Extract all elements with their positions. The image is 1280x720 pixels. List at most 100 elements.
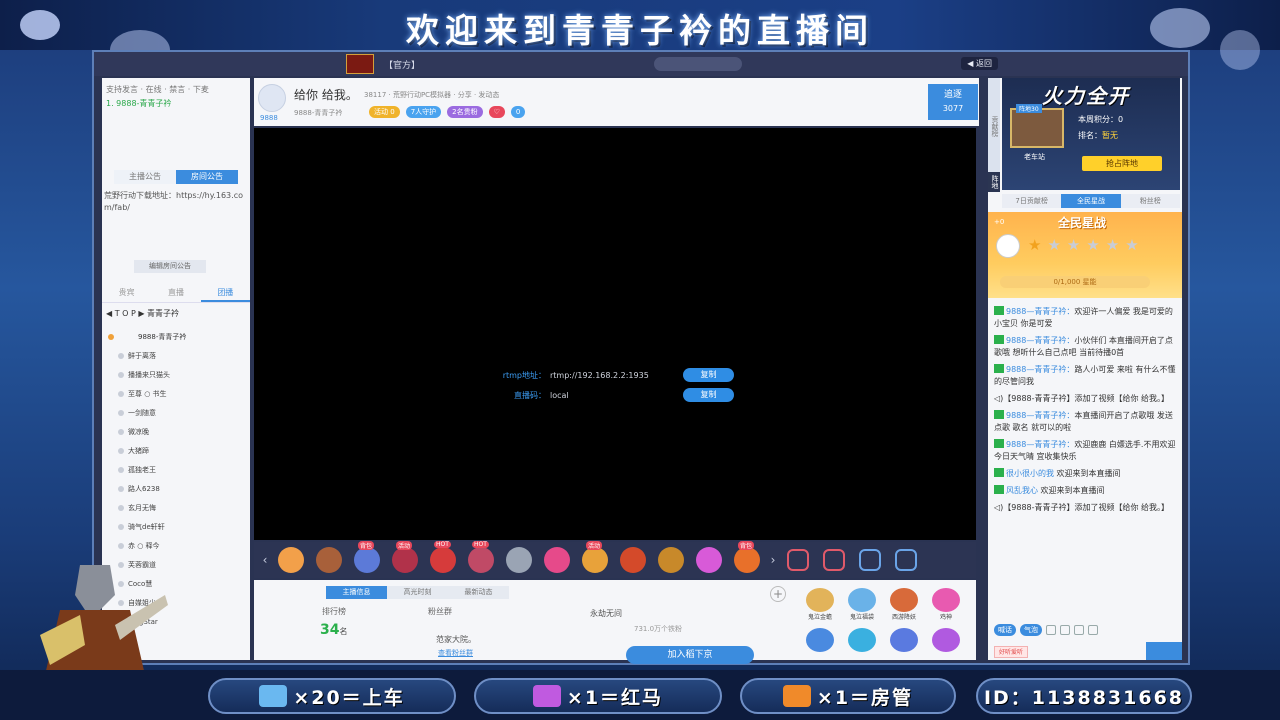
- gift-prev-icon[interactable]: ‹: [258, 553, 272, 567]
- list-item[interactable]: 至尊 ○ 书生: [102, 385, 250, 404]
- activity-icon: [932, 628, 960, 652]
- list-item[interactable]: 孤独老王: [102, 461, 250, 480]
- follow-button[interactable]: 追逐 3077: [928, 84, 978, 120]
- gift-item[interactable]: HOT: [468, 541, 494, 573]
- gift-item[interactable]: [696, 547, 722, 573]
- star-plus: +0: [994, 218, 1005, 226]
- tab-group[interactable]: 团播: [200, 283, 250, 302]
- fans-link[interactable]: 查看粉丝群: [438, 648, 473, 658]
- list-item[interactable]: 微凉晚: [102, 423, 250, 442]
- online-user[interactable]: 1. 9888-青青子衿: [102, 98, 250, 109]
- chat-message: 9888—青青子衿：欢迎许一人偏爱 我是可爱的小宝贝 你是可爱: [988, 304, 1182, 332]
- copy-rtmp-button[interactable]: 复制: [683, 368, 734, 382]
- gift-item[interactable]: [658, 547, 684, 573]
- tool-icon[interactable]: [859, 549, 881, 571]
- chat-user[interactable]: 9888—青青子衿：: [1006, 411, 1074, 420]
- list-item[interactable]: 鲜于离落: [102, 347, 250, 366]
- image-icon[interactable]: [1074, 625, 1084, 635]
- activity-item[interactable]: [886, 628, 922, 664]
- room-meta[interactable]: 38117 · 荒野行动PC模拟器 · 分享 · 发动态: [364, 90, 499, 100]
- list-item[interactable]: 路人6238: [102, 480, 250, 499]
- gift-item[interactable]: [506, 547, 532, 573]
- chat-user[interactable]: 9888—青青子衿：: [1006, 365, 1074, 374]
- tab-7day[interactable]: 7日贡献榜: [1002, 194, 1062, 208]
- tool-icon[interactable]: [895, 549, 917, 571]
- gift-item[interactable]: 背包: [734, 541, 760, 573]
- toolbar-button[interactable]: [654, 57, 742, 71]
- tab-anchor-info[interactable]: 主播信息: [326, 586, 387, 599]
- channel-logo[interactable]: [346, 54, 374, 74]
- shout-button[interactable]: 喊话: [994, 624, 1016, 636]
- chat-user[interactable]: 风乱我心: [1006, 486, 1038, 495]
- input-tag[interactable]: 好听爱听: [994, 646, 1029, 658]
- room-title: 给你 给我。: [294, 88, 358, 102]
- grab-button[interactable]: 抢占阵地: [1082, 156, 1162, 171]
- tab-live[interactable]: 直播: [151, 283, 200, 302]
- audience-tabs: 贵宾 直播 团播: [102, 283, 250, 303]
- tab-fans[interactable]: 粉丝榜: [1120, 194, 1180, 208]
- fans-name: 范家大院。: [436, 635, 476, 644]
- scissors-icon[interactable]: [1060, 625, 1070, 635]
- gift-item[interactable]: 背包: [354, 541, 380, 573]
- position-tab[interactable]: 阵地: [988, 172, 1000, 192]
- activity-icon: [890, 588, 918, 612]
- tab-vip[interactable]: 贵宾: [102, 283, 151, 302]
- badge-count[interactable]: 0: [510, 106, 526, 118]
- contribution-tab[interactable]: 贡献榜: [988, 78, 1000, 174]
- tab-room-notice[interactable]: 房间公告: [176, 170, 238, 184]
- gift-item[interactable]: [278, 547, 304, 573]
- activity-icon: [848, 588, 876, 612]
- list-item[interactable]: 赤 ○ 释今: [102, 537, 250, 556]
- chat-user[interactable]: 9888—青青子衿：: [1006, 440, 1074, 449]
- tab-latest[interactable]: 最新动态: [448, 586, 509, 599]
- badge-noble[interactable]: 2名贵粉: [447, 106, 483, 118]
- tab-star-war[interactable]: 全民星战: [1061, 194, 1121, 208]
- gift-item[interactable]: [544, 547, 570, 573]
- activity-item[interactable]: 西游降妖: [886, 588, 922, 624]
- badge-heart[interactable]: ♡: [488, 106, 505, 118]
- tab-highlights[interactable]: 高光时刻: [387, 586, 448, 599]
- activity-item[interactable]: [802, 628, 838, 664]
- copy-stream-button[interactable]: 复制: [683, 388, 734, 402]
- tool-icon[interactable]: [787, 549, 809, 571]
- gift-item[interactable]: 活动: [582, 541, 608, 573]
- list-item[interactable]: 9888-青青子衿: [102, 328, 250, 347]
- chat-user[interactable]: 9888—青青子衿：: [1006, 307, 1074, 316]
- list-item[interactable]: 骑气de轩轩: [102, 518, 250, 537]
- chat-user[interactable]: 很小很小的我: [1006, 469, 1054, 478]
- anchor-avatar[interactable]: [258, 84, 286, 112]
- tab-anchor-notice[interactable]: 主播公告: [114, 170, 176, 184]
- chat-user[interactable]: 9888—青青子衿：: [1006, 336, 1074, 345]
- gift-item[interactable]: HOT: [430, 541, 456, 573]
- activity-item[interactable]: [844, 628, 880, 664]
- left-header[interactable]: 支持发言 · 在线 · 禁言 · 下麦: [102, 78, 250, 98]
- activity-item[interactable]: 鬼泣金蟾: [802, 588, 838, 624]
- emoji-icon[interactable]: [1046, 625, 1056, 635]
- notice-tabs: 主播公告 房间公告: [114, 170, 238, 184]
- room-owner[interactable]: 9888-青青子衿: [294, 108, 342, 118]
- level-icon: [994, 468, 1004, 477]
- gift-item[interactable]: 活动: [392, 541, 418, 573]
- badge-activity[interactable]: 活动 0: [369, 106, 400, 118]
- gift-next-icon[interactable]: ›: [766, 553, 780, 567]
- list-item[interactable]: 播播来只猫头: [102, 366, 250, 385]
- guest-name[interactable]: 永劫无间: [590, 608, 622, 619]
- gift-item[interactable]: [316, 547, 342, 573]
- back-button[interactable]: ◀ 返回: [961, 57, 998, 70]
- list-item[interactable]: 一剑随意: [102, 404, 250, 423]
- badge-guard[interactable]: 7人守护: [405, 106, 442, 118]
- add-icon[interactable]: +: [770, 586, 786, 602]
- send-button[interactable]: [1146, 642, 1182, 660]
- edit-notice-button[interactable]: 编辑房间公告: [134, 260, 206, 273]
- tool-icon[interactable]: [823, 549, 845, 571]
- gift-icon[interactable]: [1088, 625, 1098, 635]
- activity-item[interactable]: 鸡神: [928, 588, 964, 624]
- list-item[interactable]: 大猪蹄: [102, 442, 250, 461]
- bubble-button[interactable]: 气泡: [1020, 624, 1042, 636]
- gift-item[interactable]: [620, 547, 646, 573]
- activity-item[interactable]: 鬼泣福袋: [844, 588, 880, 624]
- video-player[interactable]: rtmp地址： rtmp://192.168.2.2:1935 复制 直播码： …: [254, 128, 976, 540]
- join-button[interactable]: 加入稻下京: [626, 646, 754, 664]
- list-item[interactable]: 玄月无悔: [102, 499, 250, 518]
- activity-item[interactable]: [928, 628, 964, 664]
